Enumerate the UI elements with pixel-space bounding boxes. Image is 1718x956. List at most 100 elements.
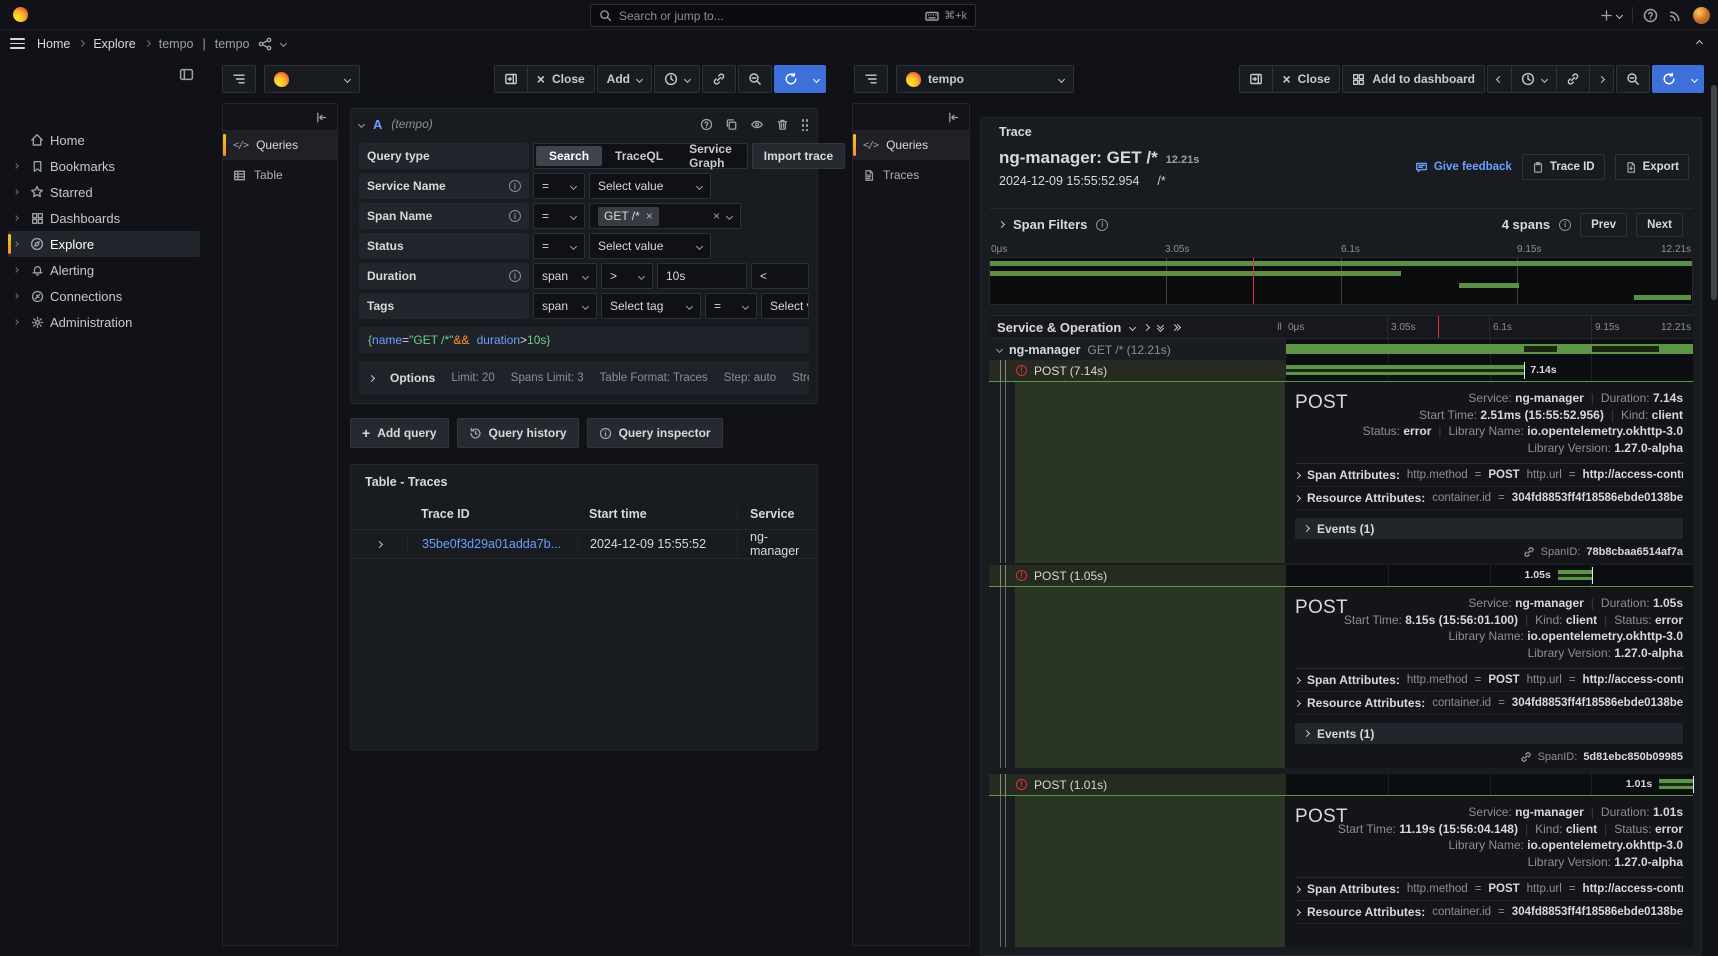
query-type-service-graph[interactable]: Service Graph: [676, 146, 745, 166]
next-span-button[interactable]: Next: [1636, 213, 1683, 237]
run-query-button[interactable]: [774, 65, 808, 93]
new-button[interactable]: [1600, 9, 1622, 22]
search-input[interactable]: Search or jump to... ⌘+k: [590, 4, 976, 27]
query-type-search[interactable]: Search: [536, 146, 602, 166]
column-resizer[interactable]: ‖: [1277, 322, 1283, 333]
collapse-rail-button[interactable]: [853, 104, 969, 130]
delete-query-icon[interactable]: [776, 118, 789, 131]
span-name-operator-select[interactable]: =: [533, 203, 585, 229]
breadcrumb-explore[interactable]: Explore: [93, 37, 135, 51]
col-service[interactable]: Service: [737, 507, 817, 521]
disable-query-icon[interactable]: [750, 118, 764, 131]
duration-max-operator-select[interactable]: <: [751, 263, 809, 289]
status-operator-select[interactable]: =: [533, 233, 585, 259]
resource-attributes-row[interactable]: Resource Attributes: container.id=304fd8…: [1295, 487, 1683, 510]
export-button[interactable]: Export: [1615, 154, 1689, 180]
events-row[interactable]: Events (1): [1295, 518, 1683, 539]
span-bar[interactable]: [1286, 344, 1693, 354]
add-to-dashboard-button[interactable]: Add to dashboard: [1342, 65, 1485, 93]
permalink-button[interactable]: [1556, 65, 1590, 93]
collapse-one-icon[interactable]: [1130, 325, 1135, 330]
duration-scope-select[interactable]: span: [533, 263, 597, 289]
time-picker-button[interactable]: [1511, 65, 1557, 93]
tags-value-select[interactable]: Select va: [761, 293, 809, 319]
resource-attributes-row[interactable]: Resource Attributes: container.id=304fd8…: [1295, 901, 1683, 924]
user-avatar[interactable]: [1693, 7, 1710, 24]
close-pane-button[interactable]: ×Close: [1272, 65, 1340, 93]
permalink-button[interactable]: [702, 65, 736, 93]
trace-id-button[interactable]: Trace ID: [1522, 154, 1605, 180]
span-id[interactable]: SpanID:5d81ebc850b09985: [1520, 751, 1683, 763]
collapse-query-icon[interactable]: [358, 120, 365, 127]
span-name-value-select[interactable]: GET /*× ×: [589, 203, 741, 229]
zoom-out-button[interactable]: [738, 65, 772, 93]
table-row[interactable]: 35be0f3d29a01adda7b... 2024-12-09 15:55:…: [351, 529, 817, 559]
span-attributes-row[interactable]: Span Attributes: http.method=POST http.u…: [1295, 878, 1683, 901]
events-row[interactable]: Events (1): [1295, 723, 1683, 744]
trace-minimap[interactable]: 0μs 3.05s 6.1s 9.15s 12.21s: [989, 244, 1693, 305]
sidebar-item-bookmarks[interactable]: Bookmarks: [8, 153, 200, 179]
span-row[interactable]: ! POST (7.14s) 7.14s: [989, 360, 1693, 381]
rail-item-queries[interactable]: </>Queries: [853, 130, 969, 160]
run-query-button[interactable]: [1652, 65, 1686, 93]
clear-icon[interactable]: ×: [713, 209, 720, 223]
content-outline-button[interactable]: [222, 65, 256, 93]
grafana-logo-icon[interactable]: [13, 7, 28, 22]
collapse-all-icon[interactable]: [1158, 323, 1163, 331]
split-open-button[interactable]: [494, 65, 528, 93]
span-name-chip[interactable]: GET /*×: [598, 207, 659, 226]
span-id[interactable]: SpanID:78b8cbaa6514af7a: [1523, 546, 1683, 558]
time-shift-back-button[interactable]: [1487, 65, 1512, 93]
sidebar-item-connections[interactable]: Connections: [8, 283, 200, 309]
duration-operator-select[interactable]: >: [601, 263, 653, 289]
span-bar[interactable]: [1659, 779, 1692, 789]
span-bar[interactable]: [1286, 365, 1524, 375]
split-close-button[interactable]: [1239, 65, 1273, 93]
col-start-time[interactable]: Start time: [577, 507, 737, 521]
col-trace-id[interactable]: Trace ID: [407, 507, 577, 521]
span-row[interactable]: ! POST (1.05s) 1.05s: [989, 565, 1693, 586]
query-options-row[interactable]: Options Limit: 20 Spans Limit: 3 Table F…: [359, 361, 809, 395]
collapse-rail-button[interactable]: [223, 104, 337, 130]
zoom-out-button[interactable]: [1616, 65, 1650, 93]
breadcrumb-home[interactable]: Home: [37, 37, 70, 51]
sidebar-item-dashboards[interactable]: Dashboards: [8, 205, 200, 231]
span-attributes-row[interactable]: Span Attributes: http.method=POST http.u…: [1295, 669, 1683, 692]
sidebar-item-explore[interactable]: Explore: [8, 231, 200, 257]
rail-item-traces[interactable]: Traces: [853, 160, 969, 190]
minimap-canvas[interactable]: [989, 257, 1693, 305]
tags-key-select[interactable]: Select tag: [601, 293, 701, 319]
menu-toggle-icon[interactable]: [10, 38, 25, 49]
row-expander[interactable]: [351, 542, 407, 547]
trace-id-link[interactable]: 35be0f3d29a01adda7b...: [407, 537, 577, 551]
chevron-down-icon[interactable]: [280, 40, 287, 47]
query-type-traceql[interactable]: TraceQL: [602, 146, 676, 166]
collapse-toolbar-icon[interactable]: [1696, 40, 1703, 47]
rail-item-table[interactable]: Table: [223, 160, 337, 190]
query-help-icon[interactable]: [700, 118, 713, 131]
run-query-interval-button[interactable]: [1685, 65, 1704, 93]
query-history-button[interactable]: Query history: [457, 418, 579, 448]
service-name-value-select[interactable]: Select value: [589, 173, 711, 199]
remove-chip-icon[interactable]: ×: [646, 209, 653, 223]
span-attributes-row[interactable]: Span Attributes: http.method=POST http.u…: [1295, 464, 1683, 487]
add-query-button[interactable]: +Add query: [350, 418, 449, 448]
duration-value-input[interactable]: 10s: [657, 263, 747, 289]
span-filters-label[interactable]: Span Filters: [1013, 217, 1087, 232]
breadcrumb-datasource[interactable]: tempo: [159, 37, 194, 51]
expand-all-icon[interactable]: [1172, 325, 1180, 330]
tags-scope-select[interactable]: span: [533, 293, 597, 319]
run-query-interval-button[interactable]: [807, 65, 826, 93]
news-icon[interactable]: [1668, 8, 1683, 23]
breadcrumb-query[interactable]: tempo: [215, 37, 250, 51]
datasource-picker[interactable]: [264, 65, 360, 93]
sidebar-item-administration[interactable]: Administration: [8, 309, 200, 335]
service-name-operator-select[interactable]: =: [533, 173, 585, 199]
status-value-select[interactable]: Select value: [589, 233, 711, 259]
span-bar[interactable]: [1558, 570, 1593, 580]
close-pane-button[interactable]: ×Close: [527, 65, 595, 93]
prev-span-button[interactable]: Prev: [1580, 213, 1627, 237]
give-feedback-link[interactable]: Give feedback: [1415, 161, 1512, 174]
span-row-root[interactable]: ng-manager GET /* (12.21s): [989, 339, 1693, 360]
resource-attributes-row[interactable]: Resource Attributes: container.id=304fd8…: [1295, 692, 1683, 715]
